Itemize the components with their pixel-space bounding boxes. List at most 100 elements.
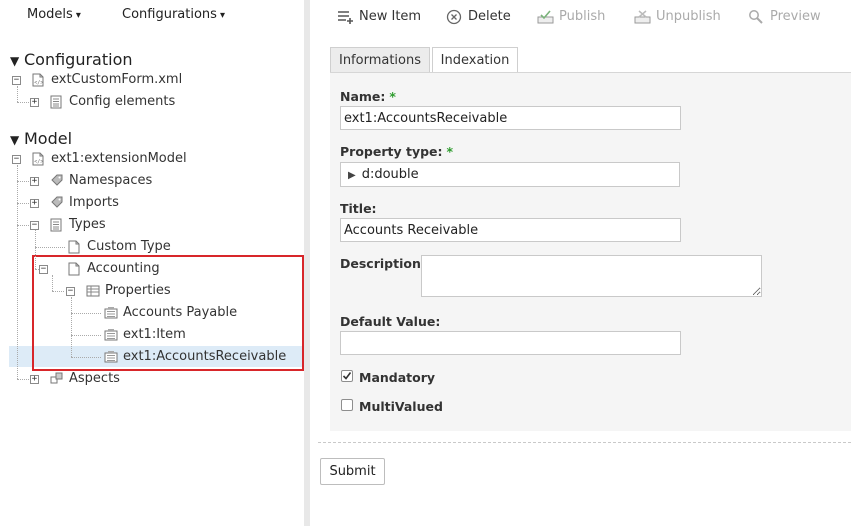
title-input[interactable] [340, 218, 681, 242]
preview-label: Preview [770, 9, 821, 24]
tag-icon [50, 174, 64, 188]
xml-file-icon: </> [32, 152, 46, 166]
tree-node-namespaces[interactable]: + Namespaces [28, 171, 228, 191]
property-icon [104, 328, 118, 342]
list-document-icon [50, 218, 64, 232]
tree-node-ext1-accounts-receivable[interactable]: ext1:AccountsReceivable [82, 347, 286, 367]
new-item-label: New Item [359, 9, 422, 24]
list-document-icon [50, 95, 64, 109]
model-section-header[interactable]: ▼ Model [10, 129, 72, 148]
expand-toggle-icon[interactable]: + [30, 199, 39, 208]
document-icon [68, 262, 82, 276]
tree-node-label: Custom Type [87, 239, 171, 254]
delete-icon [446, 9, 462, 25]
title-field-label: Title: [340, 201, 377, 216]
tree-node-label: Imports [69, 195, 119, 210]
pane-splitter[interactable] [304, 0, 310, 526]
tree-node-label: Properties [105, 283, 171, 298]
publish-label: Publish [559, 9, 606, 24]
document-icon [68, 240, 82, 254]
default-value-input[interactable] [340, 331, 681, 355]
tree-node-model[interactable]: − </> ext1:extensionModel [10, 149, 230, 169]
expand-toggle-icon[interactable]: + [30, 177, 39, 186]
tree-node-ext1-item[interactable]: ext1:Item [82, 325, 282, 345]
configuration-section-header[interactable]: ▼ Configuration [10, 50, 133, 69]
unpublish-icon [634, 10, 651, 24]
tree-node-label: ext1:Item [123, 327, 186, 342]
required-marker: * [389, 89, 396, 104]
property-type-label-text: Property type: [340, 144, 443, 159]
collapse-toggle-icon[interactable]: − [12, 76, 21, 85]
model-tree-pane: Models ▾ Configurations ▾ ▼ Configuration −… [0, 0, 304, 526]
tree-node-accounts-payable[interactable]: Accounts Payable [82, 303, 282, 323]
submit-button[interactable]: Submit [320, 458, 385, 485]
name-label-text: Name: [340, 89, 386, 104]
tree-node-config-file[interactable]: − </> extCustomForm.xml [10, 70, 230, 90]
preview-button[interactable]: Preview [748, 8, 828, 26]
tag-icon [50, 196, 64, 210]
configurations-menu-label: Configurations [122, 7, 217, 22]
collapse-toggle-icon[interactable]: − [39, 265, 48, 274]
publish-icon [537, 10, 554, 24]
magnifier-icon [749, 10, 763, 24]
unpublish-label: Unpublish [656, 9, 721, 24]
tab-informations[interactable]: Informations [330, 47, 430, 72]
model-header-label: Model [24, 129, 73, 148]
configurations-menu[interactable]: Configurations ▾ [122, 7, 225, 22]
tree-node-accounting[interactable]: − Accounting [39, 259, 246, 279]
collapse-toggle-icon[interactable]: − [66, 287, 75, 296]
tree-node-config-elements[interactable]: + Config elements [28, 92, 248, 112]
tab-indexation-label: Indexation [440, 53, 510, 68]
delete-label: Delete [468, 9, 511, 24]
models-menu-label: Models [27, 7, 73, 22]
tree-node-properties[interactable]: − Properties [64, 281, 264, 301]
tree-node-imports[interactable]: + Imports [28, 193, 228, 213]
tree-node-label: Types [69, 217, 106, 232]
expand-toggle-icon[interactable]: + [30, 375, 39, 384]
tree-node-label: ext1:extensionModel [51, 151, 187, 166]
form-divider [318, 442, 851, 443]
tree-node-label: ext1:AccountsReceivable [123, 349, 287, 364]
collapse-triangle-icon[interactable]: ▼ [10, 133, 24, 147]
collapse-toggle-icon[interactable]: − [12, 155, 21, 164]
chevron-down-icon: ▾ [219, 10, 225, 21]
tree-node-custom-type[interactable]: Custom Type [46, 237, 246, 257]
new-item-button[interactable]: New Item [337, 8, 427, 26]
chevron-down-icon: ▾ [75, 10, 81, 21]
property-type-select[interactable]: ▶ d:double [340, 162, 680, 187]
description-field-label: Description: [340, 256, 426, 271]
description-textarea[interactable] [421, 255, 762, 297]
collapse-triangle-icon[interactable]: ▼ [10, 54, 24, 68]
tab-informations-label: Informations [338, 53, 422, 68]
expand-toggle-icon[interactable]: + [30, 98, 39, 107]
checkmark-icon [342, 372, 352, 380]
tree-node-label: extCustomForm.xml [51, 72, 183, 87]
models-menu[interactable]: Models ▾ [27, 7, 81, 22]
tree-node-types[interactable]: − Types [28, 215, 228, 235]
delete-button[interactable]: Delete [446, 8, 516, 26]
svg-text:</>: </> [34, 159, 43, 165]
multivalued-label: MultiValued [359, 399, 443, 414]
unpublish-button[interactable]: Unpublish [634, 8, 729, 26]
default-value-field-label: Default Value: [340, 314, 441, 329]
tree-node-label: Accounts Payable [123, 305, 238, 320]
tree-node-label: Aspects [69, 371, 120, 386]
property-type-field-label: Property type: * [340, 144, 453, 159]
mandatory-label: Mandatory [359, 370, 436, 385]
configuration-header-label: Configuration [24, 50, 133, 69]
name-input[interactable] [340, 106, 681, 130]
aspects-icon [50, 372, 64, 386]
expand-triangle-icon: ▶ [348, 170, 356, 181]
collapse-toggle-icon[interactable]: − [30, 221, 39, 230]
properties-table-icon [86, 284, 100, 298]
tree-node-aspects[interactable]: + Aspects [28, 369, 228, 389]
publish-button[interactable]: Publish [537, 8, 617, 26]
tree-node-label: Config elements [69, 94, 176, 109]
multivalued-checkbox[interactable] [341, 399, 353, 411]
tab-indexation[interactable]: Indexation [432, 47, 518, 72]
xml-file-icon: </> [32, 73, 46, 87]
mandatory-checkbox[interactable] [341, 370, 353, 382]
tree-node-label: Accounting [87, 261, 160, 276]
required-marker: * [446, 144, 454, 159]
name-field-label: Name: * [340, 89, 396, 104]
